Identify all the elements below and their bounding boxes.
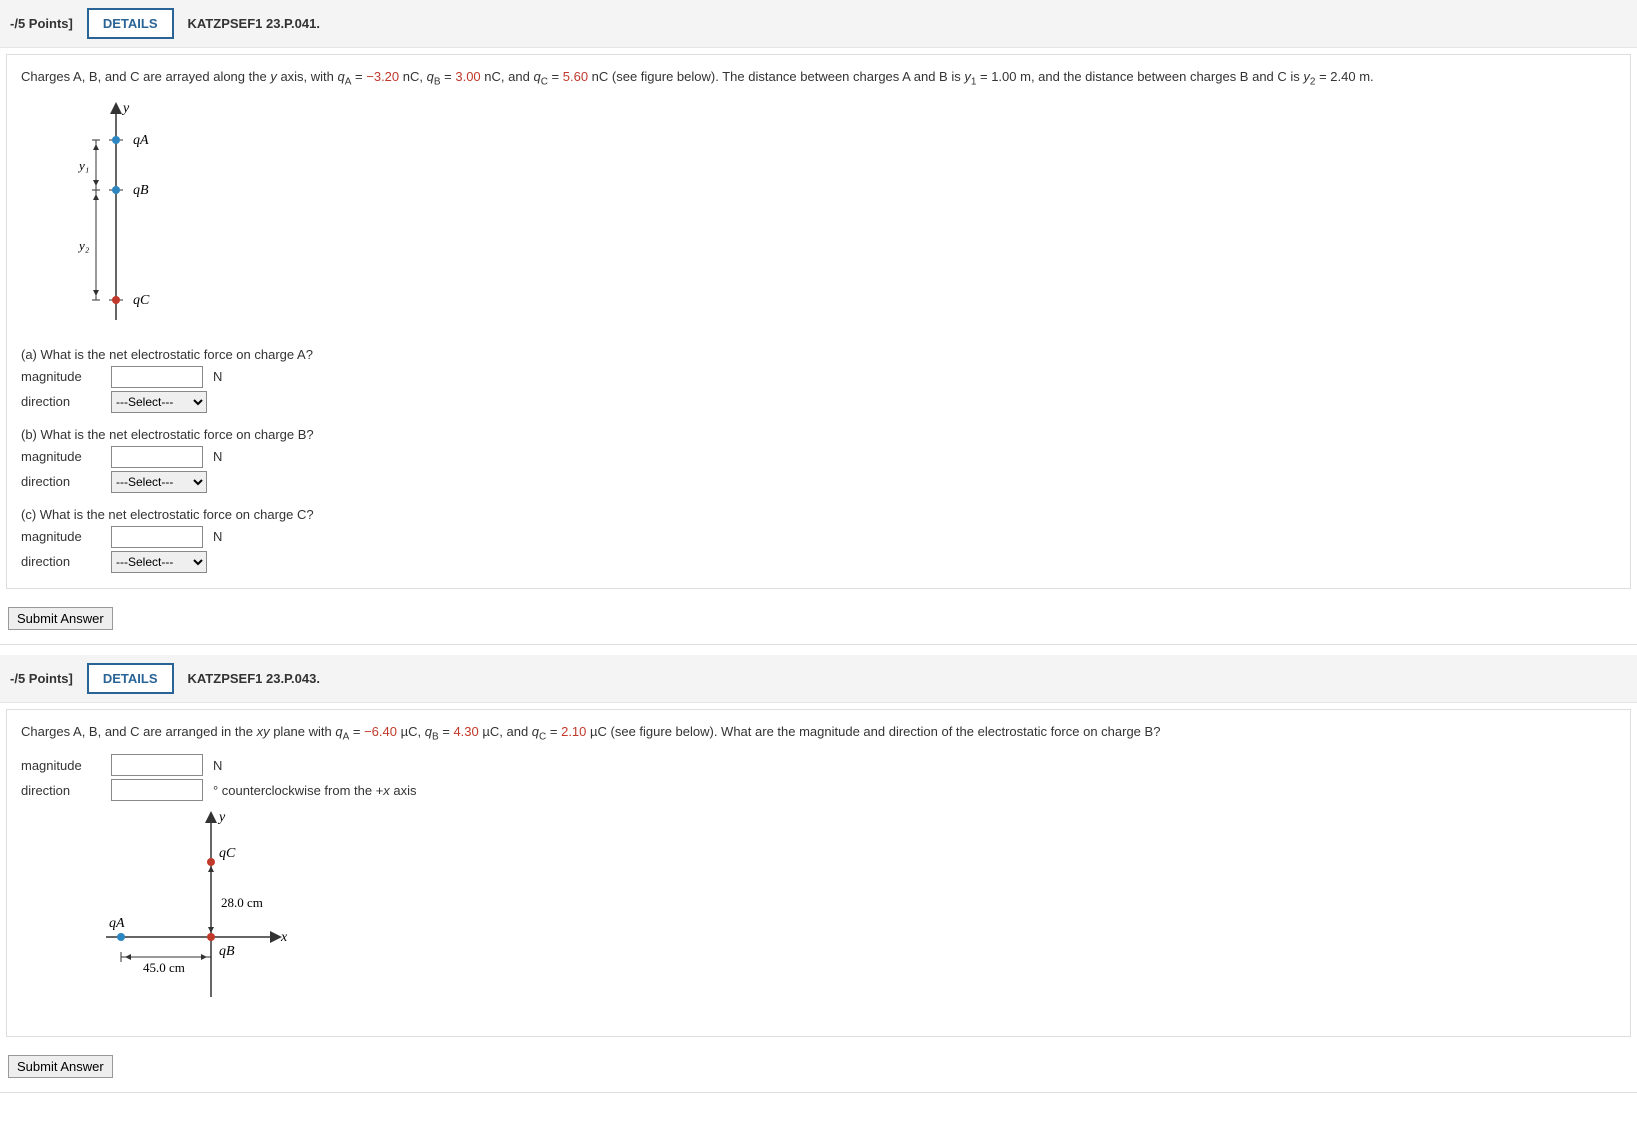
question-2: -/5 Points] DETAILS KATZPSEF1 23.P.043. … [0, 655, 1637, 1094]
source-id: KATZPSEF1 23.P.043. [188, 671, 320, 686]
problem-prompt: Charges A, B, and C are arranged in the … [21, 722, 1616, 745]
points-label: -/5 Points] [10, 671, 73, 686]
part-c-direction-select[interactable]: ---Select--- [111, 551, 207, 573]
part-a-direction-select[interactable]: ---Select--- [111, 391, 207, 413]
part-b-magnitude-row: magnitude N [21, 446, 1616, 468]
magnitude-label: magnitude [21, 449, 101, 464]
svg-text:qA: qA [109, 916, 125, 931]
question-header: -/5 Points] DETAILS KATZPSEF1 23.P.043. [0, 655, 1637, 703]
points-label: -/5 Points] [10, 16, 73, 31]
details-button[interactable]: DETAILS [87, 663, 174, 694]
unit-n: N [213, 758, 222, 773]
q2-magnitude-row: magnitude N [21, 754, 1616, 776]
svg-text:45.0 cm: 45.0 cm [143, 960, 185, 975]
svg-text:qB: qB [219, 944, 235, 959]
part-c-direction-row: direction ---Select--- [21, 551, 1616, 573]
part-b-direction-row: direction ---Select--- [21, 471, 1616, 493]
svg-text:qC: qC [133, 293, 150, 308]
magnitude-label: magnitude [21, 529, 101, 544]
direction-label: direction [21, 394, 101, 409]
svg-text:y₂: y₂ [77, 238, 90, 253]
submit-button-1[interactable]: Submit Answer [8, 607, 113, 630]
svg-text:qC: qC [219, 846, 236, 861]
svg-text:qB: qB [133, 183, 149, 198]
unit-n: N [213, 529, 222, 544]
part-b-label: (b) What is the net electrostatic force … [21, 427, 1616, 442]
question-body: Charges A, B, and C are arrayed along th… [6, 54, 1631, 589]
figure-1: y qA qB qC y₁ [61, 100, 1616, 333]
problem-prompt: Charges A, B, and C are arrayed along th… [21, 67, 1616, 90]
q2-magnitude-input[interactable] [111, 754, 203, 776]
q2-direction-input[interactable] [111, 779, 203, 801]
part-c-magnitude-row: magnitude N [21, 526, 1616, 548]
part-a-magnitude-input[interactable] [111, 366, 203, 388]
q2-direction-row: direction ° counterclockwise from the +x… [21, 779, 1616, 801]
magnitude-label: magnitude [21, 758, 101, 773]
part-b-magnitude-input[interactable] [111, 446, 203, 468]
direction-label: direction [21, 474, 101, 489]
figure-2: y x qA qB qC 45.0 cm [61, 807, 1616, 1010]
part-c-label: (c) What is the net electrostatic force … [21, 507, 1616, 522]
part-a-direction-row: direction ---Select--- [21, 391, 1616, 413]
unit-n: N [213, 449, 222, 464]
part-a-magnitude-row: magnitude N [21, 366, 1616, 388]
source-id: KATZPSEF1 23.P.041. [188, 16, 320, 31]
question-header: -/5 Points] DETAILS KATZPSEF1 23.P.041. [0, 0, 1637, 48]
unit-n: N [213, 369, 222, 384]
part-b-direction-select[interactable]: ---Select--- [111, 471, 207, 493]
svg-text:28.0 cm: 28.0 cm [221, 895, 263, 910]
direction-label: direction [21, 554, 101, 569]
svg-text:y: y [217, 810, 226, 825]
svg-text:qA: qA [133, 133, 149, 148]
svg-text:y₁: y₁ [77, 158, 89, 173]
direction-label: direction [21, 783, 101, 798]
question-body: Charges A, B, and C are arranged in the … [6, 709, 1631, 1038]
direction-unit: ° counterclockwise from the +x axis [213, 783, 417, 798]
part-a-label: (a) What is the net electrostatic force … [21, 347, 1616, 362]
details-button[interactable]: DETAILS [87, 8, 174, 39]
svg-text:x: x [280, 930, 288, 945]
part-c-magnitude-input[interactable] [111, 526, 203, 548]
question-1: -/5 Points] DETAILS KATZPSEF1 23.P.041. … [0, 0, 1637, 645]
magnitude-label: magnitude [21, 369, 101, 384]
svg-text:y: y [121, 101, 130, 116]
submit-button-2[interactable]: Submit Answer [8, 1055, 113, 1078]
